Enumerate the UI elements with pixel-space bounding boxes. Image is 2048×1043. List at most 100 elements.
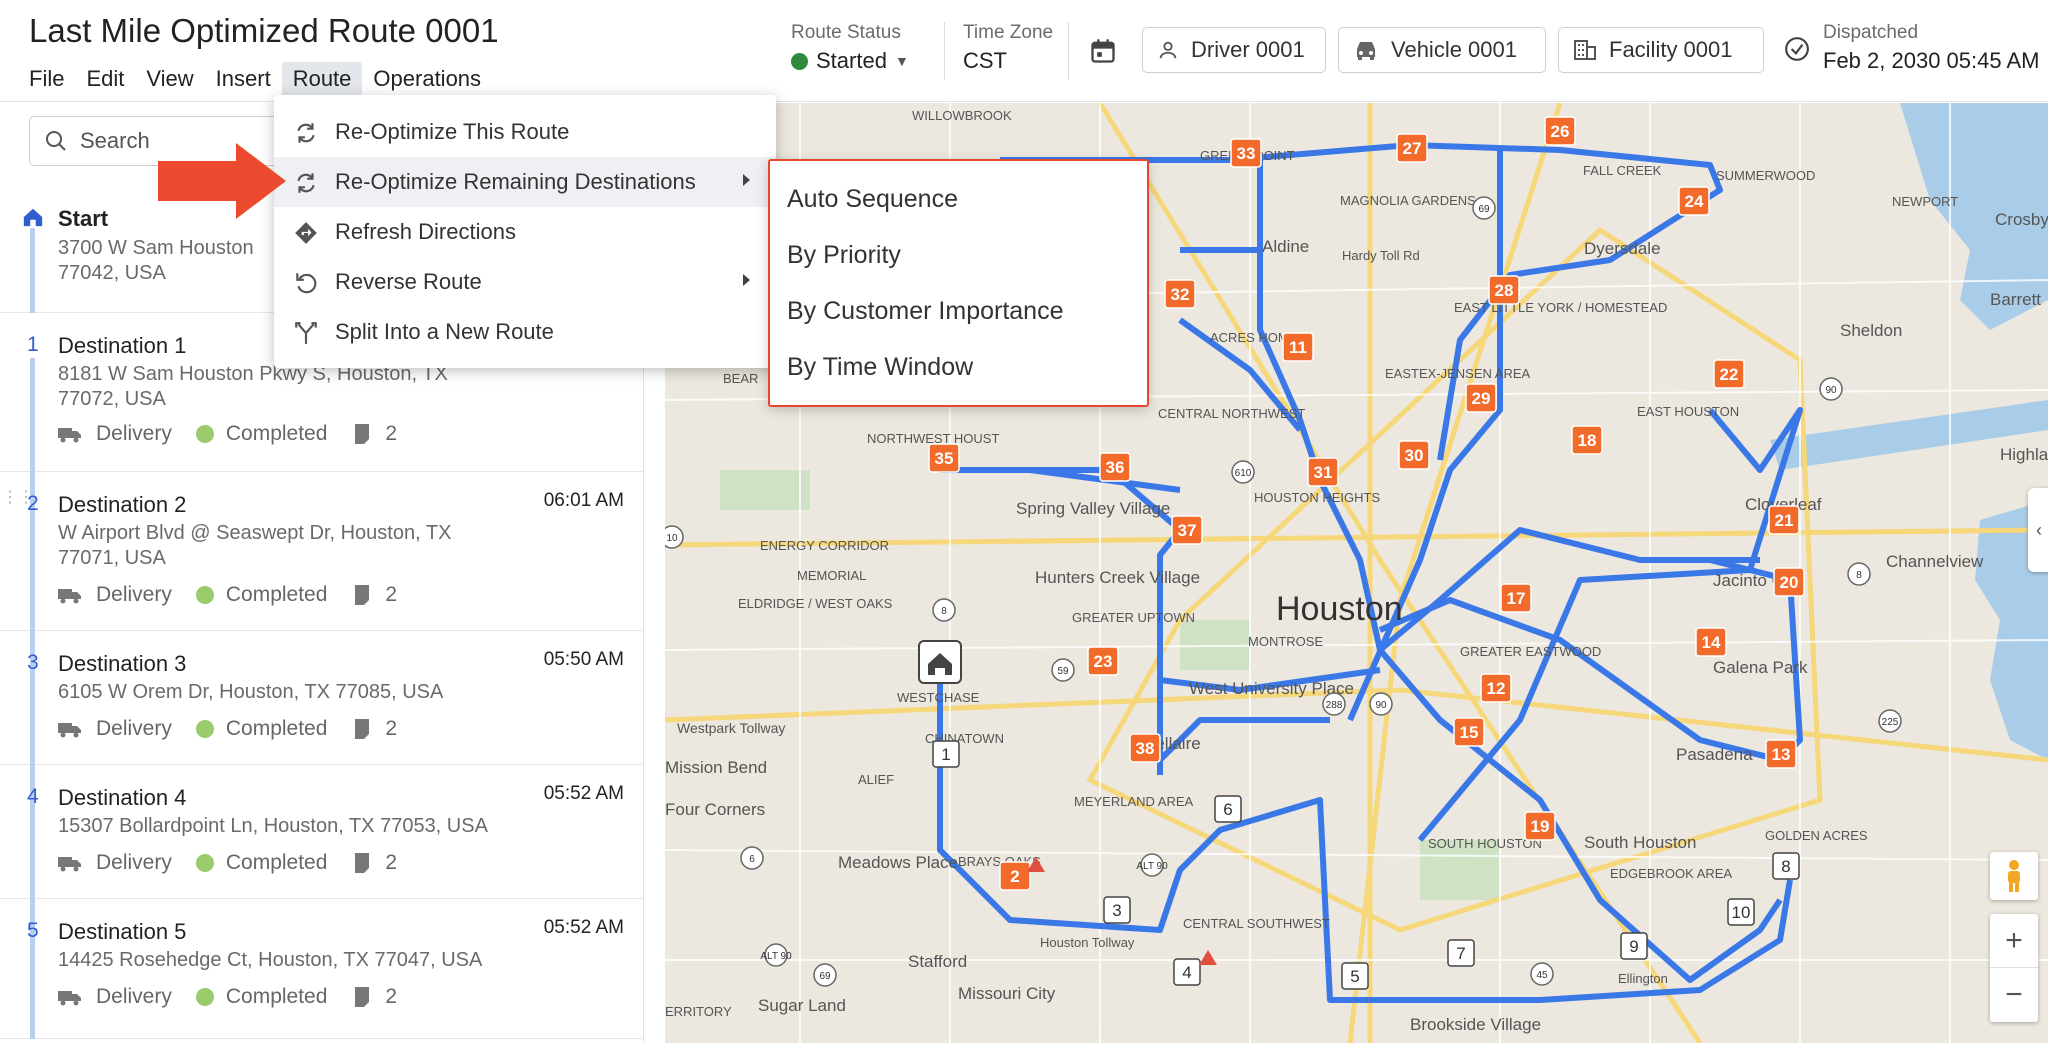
map-label: Dyersdale: [1584, 239, 1661, 258]
map-label: FALL CREEK: [1583, 163, 1662, 178]
stop-marker-11[interactable]: 11: [1282, 332, 1314, 362]
car-icon: [1357, 42, 1375, 60]
driver-selector[interactable]: Driver 0001: [1142, 27, 1326, 73]
completed-marker-10[interactable]: 10: [1727, 898, 1755, 926]
stop-marker-15[interactable]: 15: [1453, 717, 1485, 747]
stop-marker-19[interactable]: 19: [1524, 811, 1556, 841]
stop-marker-12[interactable]: 12: [1480, 673, 1512, 703]
completed-marker-5[interactable]: 5: [1341, 962, 1369, 990]
stop-marker-32[interactable]: 32: [1164, 279, 1196, 309]
stop-marker-13[interactable]: 13: [1765, 739, 1797, 769]
stop-marker-26[interactable]: 26: [1544, 116, 1576, 146]
menu-reoptimize-route[interactable]: Re-Optimize This Route: [274, 107, 776, 157]
map-label: Mission Bend: [665, 758, 767, 777]
stop-type: Delivery: [96, 851, 172, 874]
refresh-icon: [297, 123, 315, 143]
status-dot-icon: [791, 52, 808, 70]
timezone-label: Time Zone: [963, 22, 1054, 43]
highway-shield: 69: [813, 963, 837, 987]
calendar-icon[interactable]: [1089, 37, 1117, 70]
stop-marker-14[interactable]: 14: [1695, 627, 1727, 657]
completed-marker-7[interactable]: 7: [1447, 939, 1475, 967]
menu-view[interactable]: View: [135, 62, 204, 96]
menu-file[interactable]: File: [18, 62, 75, 96]
stop-marker-2[interactable]: 2: [999, 861, 1031, 891]
stop-marker-17[interactable]: 17: [1500, 583, 1532, 613]
stop-marker-22[interactable]: 22: [1713, 359, 1745, 389]
submenu-by-priority[interactable]: By Priority: [787, 241, 901, 270]
stop-marker-38[interactable]: 38: [1129, 733, 1161, 763]
stop-marker-27[interactable]: 27: [1396, 133, 1428, 163]
stop-marker-23[interactable]: 23: [1087, 646, 1119, 676]
submenu-by-customer-importance[interactable]: By Customer Importance: [787, 297, 1064, 326]
stop-marker-36[interactable]: 36: [1099, 452, 1131, 482]
map-label: Aldine: [1262, 237, 1309, 256]
menu-reverse-route[interactable]: Reverse Route: [274, 257, 776, 307]
map-label: Sheldon: [1840, 321, 1902, 340]
menu-insert[interactable]: Insert: [205, 62, 282, 96]
vehicle-selector[interactable]: Vehicle 0001: [1338, 27, 1546, 73]
zoom-out-button[interactable]: −: [1990, 968, 2038, 1022]
stop-marker-28[interactable]: 28: [1488, 275, 1520, 305]
menu-reoptimize-remaining[interactable]: Re-Optimize Remaining Destinations: [274, 157, 776, 207]
zoom-in-button[interactable]: +: [1990, 914, 2038, 968]
map-label: Hardy Toll Rd: [1342, 248, 1420, 263]
destination-address: 14425 Rosehedge Ct, Houston, TX 77047, U…: [58, 949, 483, 971]
destination-row[interactable]: 5 Destination 5 05:52 AM 14425 Rosehedge…: [0, 899, 643, 1039]
completed-marker-1[interactable]: 1: [932, 740, 960, 768]
destination-row[interactable]: ⋮⋮ 2 Destination 2 06:01 AM W Airport Bl…: [0, 472, 643, 631]
timezone: Time Zone CST: [963, 22, 1053, 74]
route-title[interactable]: Last Mile Optimized Route 0001: [29, 12, 499, 50]
depot-marker[interactable]: [918, 640, 962, 684]
menu-split-route[interactable]: Split Into a New Route: [274, 307, 776, 357]
submenu-auto-sequence[interactable]: Auto Sequence: [787, 185, 958, 214]
map-label: MAGNOLIA GARDENS: [1340, 193, 1476, 208]
menu-refresh-directions[interactable]: Refresh Directions: [274, 207, 776, 257]
stop-marker-29[interactable]: 29: [1465, 383, 1497, 413]
completed-marker-9[interactable]: 9: [1620, 932, 1648, 960]
start-label: Start: [58, 206, 109, 231]
map-label: BEAR: [723, 371, 758, 386]
completed-marker-3[interactable]: 3: [1103, 896, 1131, 924]
completed-marker-6[interactable]: 6: [1214, 795, 1242, 823]
destination-address: 8181 W Sam Houston Pkwy S, Houston, TX 7…: [58, 363, 448, 410]
notes-count: 2: [385, 851, 398, 874]
map-label: HOUSTON HEIGHTS: [1254, 490, 1380, 505]
completed-marker-label: 3: [1112, 901, 1121, 920]
menu-edit[interactable]: Edit: [75, 62, 135, 96]
stop-number: 3: [27, 651, 39, 674]
divider: [944, 22, 945, 80]
stop-marker-37[interactable]: 37: [1171, 515, 1203, 545]
destination-row[interactable]: 4 Destination 4 05:52 AM 15307 Bollardpo…: [0, 765, 643, 899]
stop-marker-35[interactable]: 35: [928, 443, 960, 473]
stop-marker-33[interactable]: 33: [1230, 138, 1262, 168]
completed-marker-8[interactable]: 8: [1772, 852, 1800, 880]
destination-name: Destination 2: [58, 492, 187, 517]
split-icon: [295, 322, 317, 344]
search-input[interactable]: Search: [80, 128, 150, 154]
destination-row[interactable]: 3 Destination 3 05:50 AM 6105 W Orem Dr,…: [0, 631, 643, 765]
stop-type: Delivery: [96, 422, 172, 445]
note-icon: [355, 424, 370, 444]
completed-marker-4[interactable]: 4: [1173, 958, 1201, 986]
stop-marker-21[interactable]: 21: [1768, 505, 1800, 535]
facility-selector[interactable]: Facility 0001: [1558, 27, 1764, 73]
note-icon: [355, 853, 370, 873]
stop-marker-24[interactable]: 24: [1678, 186, 1710, 216]
collapse-panel-button[interactable]: ‹: [2028, 488, 2048, 572]
stop-marker-label: 28: [1495, 281, 1514, 300]
stop-marker-18[interactable]: 18: [1571, 425, 1603, 455]
stop-marker-30[interactable]: 30: [1398, 440, 1430, 470]
stop-marker-31[interactable]: 31: [1307, 457, 1339, 487]
notes-count: 2: [385, 422, 398, 445]
highway-shield: ALT 90: [760, 943, 792, 967]
street-view-button[interactable]: [1990, 852, 2038, 900]
timezone-value: CST: [963, 48, 1007, 73]
route-status[interactable]: Route Status Started ▼: [791, 22, 909, 74]
stop-marker-20[interactable]: 20: [1773, 567, 1805, 597]
submenu-by-time-window[interactable]: By Time Window: [787, 353, 973, 382]
truck-icon: [58, 991, 81, 1006]
menu-operations[interactable]: Operations: [362, 62, 492, 96]
menu-bar: File Edit View Insert Route Operations: [18, 62, 492, 96]
menu-route[interactable]: Route: [281, 62, 363, 96]
